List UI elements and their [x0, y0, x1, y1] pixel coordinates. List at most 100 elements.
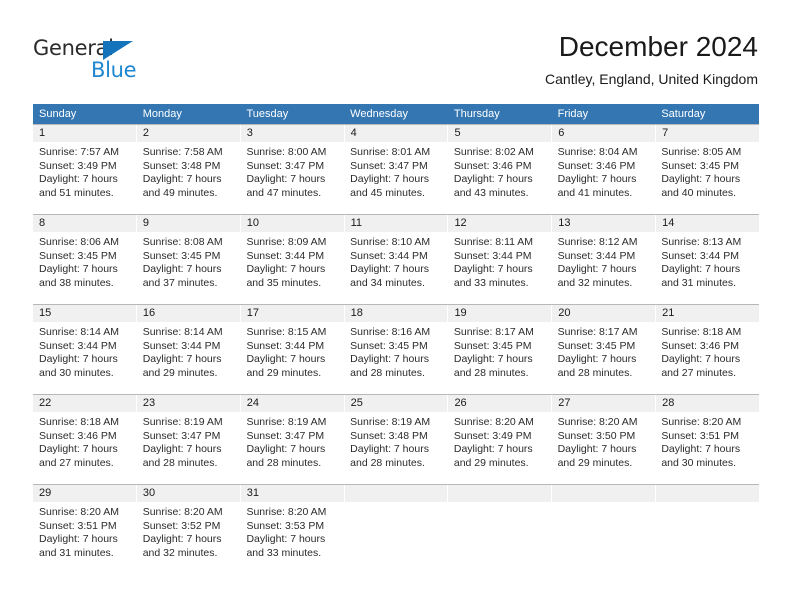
- day-number[interactable]: 24: [239, 395, 344, 412]
- daylight-text-line1: Daylight: 7 hours: [246, 263, 326, 275]
- sunrise-text: Sunrise: 8:18 AM: [39, 416, 119, 428]
- day-cell[interactable]: Sunrise: 8:15 AM Sunset: 3:44 PM Dayligh…: [240, 322, 344, 394]
- week-date-band: 22 23 24 25 26 27 28: [33, 395, 759, 412]
- day-cell[interactable]: Sunrise: 8:01 AM Sunset: 3:47 PM Dayligh…: [344, 142, 448, 214]
- day-cell[interactable]: Sunrise: 8:16 AM Sunset: 3:45 PM Dayligh…: [344, 322, 448, 394]
- sunrise-text: Sunrise: 8:19 AM: [350, 416, 431, 428]
- daylight-text-line1: Daylight: 7 hours: [39, 443, 118, 455]
- day-cell[interactable]: Sunrise: 8:06 AM Sunset: 3:45 PM Dayligh…: [33, 232, 137, 304]
- sunset-text: Sunset: 3:46 PM: [557, 159, 636, 172]
- day-number[interactable]: 14: [655, 215, 759, 232]
- daylight-text-line1: Daylight: 7 hours: [661, 173, 741, 185]
- day-cell[interactable]: Sunrise: 8:20 AM Sunset: 3:49 PM Dayligh…: [448, 412, 552, 484]
- day-cell[interactable]: Sunrise: 8:20 AM Sunset: 3:53 PM Dayligh…: [240, 502, 344, 574]
- day-number[interactable]: 17: [239, 305, 344, 322]
- sunset-text: Sunset: 3:50 PM: [557, 429, 636, 442]
- day-number[interactable]: 12: [447, 215, 551, 232]
- day-cell[interactable]: Sunrise: 8:05 AM Sunset: 3:45 PM Dayligh…: [655, 142, 759, 214]
- day-number[interactable]: 30: [135, 485, 240, 502]
- day-number[interactable]: 9: [135, 215, 240, 232]
- day-cell[interactable]: Sunrise: 8:19 AM Sunset: 3:48 PM Dayligh…: [344, 412, 448, 484]
- day-cell[interactable]: Sunrise: 8:18 AM Sunset: 3:46 PM Dayligh…: [33, 412, 137, 484]
- day-cell[interactable]: Sunrise: 8:14 AM Sunset: 3:44 PM Dayligh…: [137, 322, 241, 394]
- day-cell[interactable]: Sunrise: 8:19 AM Sunset: 3:47 PM Dayligh…: [137, 412, 241, 484]
- day-number[interactable]: 21: [655, 305, 759, 322]
- day-number[interactable]: 28: [655, 395, 759, 412]
- day-cell[interactable]: Sunrise: 8:11 AM Sunset: 3:44 PM Dayligh…: [448, 232, 552, 304]
- daylight-text-line2: and 38 minutes.: [39, 276, 114, 289]
- sunrise-text: Sunrise: 8:01 AM: [350, 146, 431, 158]
- sunset-text: Sunset: 3:51 PM: [39, 519, 117, 532]
- day-number[interactable]: 26: [447, 395, 551, 412]
- week-date-band: 1 2 3 4 5 6 7: [33, 125, 759, 142]
- day-number[interactable]: 8: [33, 215, 136, 232]
- day-number[interactable]: 11: [343, 215, 448, 232]
- brand-name-blue: Blue: [91, 58, 137, 82]
- day-number[interactable]: 22: [33, 395, 136, 412]
- daylight-text-line2: and 49 minutes.: [142, 186, 218, 199]
- day-cell[interactable]: Sunrise: 8:20 AM Sunset: 3:52 PM Dayligh…: [137, 502, 241, 574]
- day-number[interactable]: 16: [135, 305, 240, 322]
- day-cell[interactable]: Sunrise: 8:12 AM Sunset: 3:44 PM Dayligh…: [552, 232, 656, 304]
- day-cell[interactable]: Sunrise: 8:17 AM Sunset: 3:45 PM Dayligh…: [448, 322, 552, 394]
- daylight-text-line2: and 28 minutes.: [350, 366, 425, 379]
- sunset-text: Sunset: 3:44 PM: [142, 339, 221, 352]
- weekday-header-monday: Monday: [142, 108, 182, 120]
- sunrise-text: Sunrise: 8:10 AM: [350, 236, 431, 248]
- daylight-text-line1: Daylight: 7 hours: [39, 533, 118, 545]
- day-number[interactable]: 3: [239, 125, 344, 142]
- day-number[interactable]: 20: [551, 305, 655, 322]
- week-body-row: Sunrise: 8:06 AM Sunset: 3:45 PM Dayligh…: [33, 232, 759, 304]
- sunset-text: Sunset: 3:49 PM: [453, 429, 532, 442]
- day-number[interactable]: 6: [551, 125, 655, 142]
- day-cell[interactable]: Sunrise: 7:57 AM Sunset: 3:49 PM Dayligh…: [33, 142, 137, 214]
- day-cell[interactable]: Sunrise: 8:19 AM Sunset: 3:47 PM Dayligh…: [240, 412, 344, 484]
- day-number[interactable]: 5: [447, 125, 551, 142]
- day-cell[interactable]: Sunrise: 8:02 AM Sunset: 3:46 PM Dayligh…: [448, 142, 552, 214]
- sunrise-text: Sunrise: 8:17 AM: [453, 326, 534, 338]
- day-number[interactable]: 15: [33, 305, 136, 322]
- day-cell[interactable]: Sunrise: 8:14 AM Sunset: 3:44 PM Dayligh…: [33, 322, 137, 394]
- calendar-week-row: 1 2 3 4 5 6 7 Sunrise: 7:57 AM Sunset: 3…: [33, 124, 759, 214]
- day-number[interactable]: 1: [33, 125, 136, 142]
- brand-logo[interactable]: General Blue: [33, 36, 163, 88]
- day-cell[interactable]: Sunrise: 8:09 AM Sunset: 3:44 PM Dayligh…: [240, 232, 344, 304]
- daylight-text-line2: and 40 minutes.: [661, 186, 737, 199]
- daylight-text-line2: and 43 minutes.: [453, 186, 529, 199]
- day-cell[interactable]: Sunrise: 8:10 AM Sunset: 3:44 PM Dayligh…: [344, 232, 448, 304]
- sunrise-text: Sunrise: 8:19 AM: [142, 416, 223, 428]
- day-number[interactable]: 31: [239, 485, 344, 502]
- day-cell[interactable]: Sunrise: 8:20 AM Sunset: 3:51 PM Dayligh…: [33, 502, 137, 574]
- day-cell[interactable]: Sunrise: 8:00 AM Sunset: 3:47 PM Dayligh…: [240, 142, 344, 214]
- sunset-text: Sunset: 3:45 PM: [557, 339, 636, 352]
- day-number[interactable]: 19: [447, 305, 551, 322]
- daylight-text-line1: Daylight: 7 hours: [350, 353, 429, 365]
- daylight-text-line1: Daylight: 7 hours: [557, 443, 637, 455]
- daylight-text-line1: Daylight: 7 hours: [557, 173, 637, 185]
- day-number[interactable]: 10: [239, 215, 344, 232]
- daylight-text-line2: and 41 minutes.: [557, 186, 633, 199]
- sunrise-text: Sunrise: 8:17 AM: [557, 326, 638, 338]
- daylight-text-line1: Daylight: 7 hours: [39, 353, 118, 365]
- day-cell[interactable]: Sunrise: 7:58 AM Sunset: 3:48 PM Dayligh…: [137, 142, 241, 214]
- day-number[interactable]: 4: [343, 125, 448, 142]
- day-cell[interactable]: Sunrise: 8:17 AM Sunset: 3:45 PM Dayligh…: [552, 322, 656, 394]
- day-number[interactable]: 27: [551, 395, 655, 412]
- day-cell[interactable]: Sunrise: 8:04 AM Sunset: 3:46 PM Dayligh…: [552, 142, 656, 214]
- day-number[interactable]: 18: [343, 305, 448, 322]
- day-cell[interactable]: Sunrise: 8:13 AM Sunset: 3:44 PM Dayligh…: [655, 232, 759, 304]
- day-number[interactable]: 25: [343, 395, 448, 412]
- daylight-text-line2: and 28 minutes.: [557, 366, 633, 379]
- day-number[interactable]: 29: [33, 485, 136, 502]
- day-number[interactable]: 13: [551, 215, 655, 232]
- day-number[interactable]: 2: [135, 125, 240, 142]
- daylight-text-line2: and 29 minutes.: [246, 366, 322, 379]
- day-number[interactable]: 23: [135, 395, 240, 412]
- brand-name-general: General: [33, 36, 114, 60]
- day-cell[interactable]: Sunrise: 8:18 AM Sunset: 3:46 PM Dayligh…: [655, 322, 759, 394]
- week-body-row: Sunrise: 7:57 AM Sunset: 3:49 PM Dayligh…: [33, 142, 759, 214]
- day-cell[interactable]: Sunrise: 8:20 AM Sunset: 3:51 PM Dayligh…: [655, 412, 759, 484]
- day-cell[interactable]: Sunrise: 8:08 AM Sunset: 3:45 PM Dayligh…: [137, 232, 241, 304]
- day-cell[interactable]: Sunrise: 8:20 AM Sunset: 3:50 PM Dayligh…: [552, 412, 656, 484]
- day-number[interactable]: 7: [655, 125, 759, 142]
